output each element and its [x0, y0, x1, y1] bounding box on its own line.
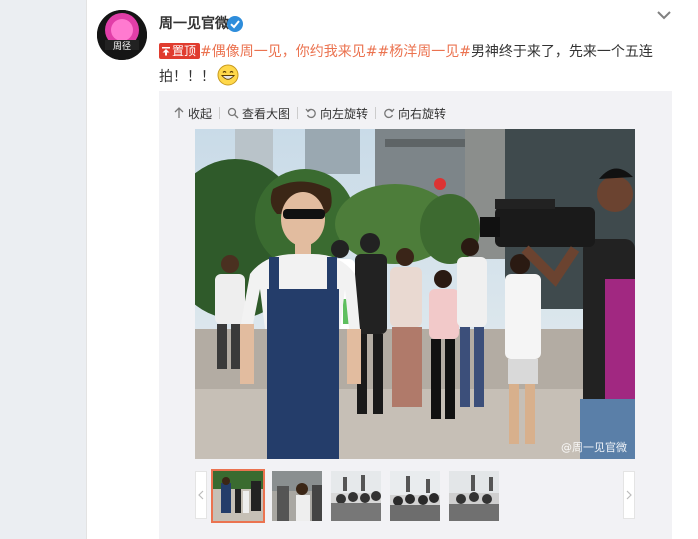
chevron-left-icon [198, 490, 204, 500]
thumbnail-1[interactable] [211, 469, 265, 523]
thumb-next-button[interactable] [623, 471, 635, 519]
thumb-prev-button[interactable] [195, 471, 207, 519]
avatar-label: 周径 [113, 40, 131, 52]
thumbnail-2[interactable] [272, 471, 322, 521]
username[interactable]: 周一见官微 [159, 15, 229, 33]
rotate-left-icon [305, 108, 316, 119]
chevron-down-icon[interactable] [655, 8, 673, 22]
photo-watermark: @周一见官微 [561, 441, 627, 454]
media-toolbar: 收起 查看大图 向左旋转 向右旋转 [173, 105, 446, 121]
toolbar-divider [375, 107, 377, 119]
rotate-left-label: 向左旋转 [320, 106, 369, 121]
main-photo[interactable]: @周一见官微 [195, 129, 635, 459]
view-large-button[interactable]: 查看大图 [227, 105, 290, 122]
rotate-right-label: 向右旋转 [398, 106, 447, 121]
thumbnail-4[interactable] [390, 471, 440, 521]
verified-icon [227, 16, 243, 32]
collapse-label: 收起 [188, 106, 213, 121]
pin-badge: 置顶 [159, 43, 201, 59]
weibo-card: 周径 周一见官微 置顶 #偶像周一见，你约我来见##杨洋周一见#男神终于来了，先来… [86, 0, 698, 539]
thumbnail-5[interactable] [449, 471, 499, 521]
collapse-icon [174, 107, 184, 118]
toolbar-divider [297, 107, 299, 119]
thumbnail-strip [195, 469, 635, 525]
collapse-button[interactable]: 收起 [173, 105, 212, 122]
rotate-right-button[interactable]: 向右旋转 [383, 105, 446, 122]
grin-emoji-icon [217, 64, 239, 86]
pin-badge-label: 置顶 [172, 44, 197, 58]
thumbnail-3[interactable] [331, 471, 381, 521]
topic-link[interactable]: #偶像周一见，你约我来见##杨洋周一见# [200, 44, 471, 60]
media-box: 收起 查看大图 向左旋转 向右旋转 @周一见官微 [159, 91, 672, 539]
avatar[interactable]: 周径 [97, 10, 147, 60]
post-text: 置顶 #偶像周一见，你约我来见##杨洋周一见#男神终于来了，先来一个五连拍！！！ [159, 40, 684, 89]
pin-arrow-icon [162, 47, 170, 56]
view-large-label: 查看大图 [242, 106, 291, 121]
chevron-right-icon [626, 490, 632, 500]
toolbar-divider [219, 107, 221, 119]
search-icon [227, 107, 239, 119]
rotate-right-icon [384, 108, 395, 119]
rotate-left-button[interactable]: 向左旋转 [305, 105, 368, 122]
